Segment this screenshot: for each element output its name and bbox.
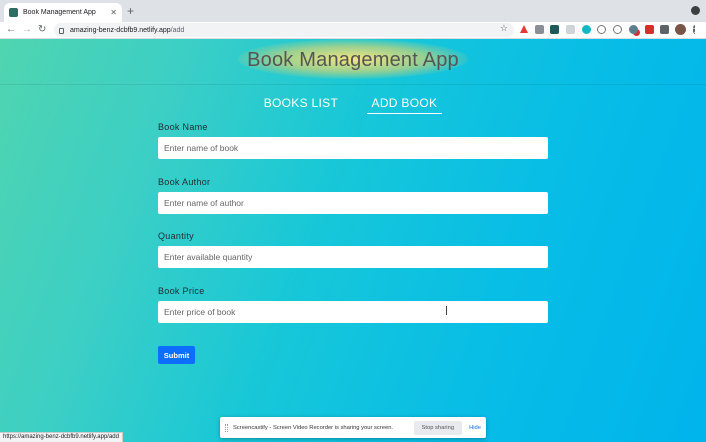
browser-tabstrip: Book Management App ✕ + <box>0 0 706 22</box>
hide-button[interactable]: Hide <box>469 425 481 431</box>
bookmark-star-icon[interactable]: ☆ <box>500 23 508 34</box>
add-book-form: Book Name Book Author Quantity Book Pric… <box>158 121 548 364</box>
app-favicon-icon <box>9 8 18 17</box>
field-book-price: Book Price <box>158 285 548 340</box>
book-price-input[interactable] <box>158 300 548 323</box>
drag-handle-icon[interactable] <box>225 423 228 432</box>
tab-title: Book Management App <box>23 9 96 16</box>
field-quantity: Quantity <box>158 230 548 285</box>
extension-icon-5[interactable] <box>582 25 591 34</box>
screen-sharing-bar: Screencastify - Screen Video Recorder is… <box>220 417 486 438</box>
extensions-puzzle-icon[interactable] <box>660 25 669 34</box>
new-tab-button[interactable]: + <box>127 4 134 18</box>
sharing-message: Screencastify - Screen Video Recorder is… <box>233 424 394 431</box>
app-header: Book Management App <box>0 39 706 85</box>
link-status-bar: https://amazing-benz-dcbfb9.netlify.app/… <box>0 432 123 442</box>
stop-sharing-button[interactable]: Stop sharing <box>413 420 463 435</box>
book-name-input[interactable] <box>158 137 548 159</box>
extension-icon-9[interactable] <box>645 25 654 34</box>
browser-menu-icon[interactable] <box>693 25 695 34</box>
nav-books-list[interactable]: BOOKS LIST <box>264 96 338 113</box>
lock-icon <box>59 28 64 34</box>
quantity-label: Quantity <box>158 231 194 241</box>
app-title: Book Management App <box>247 49 459 71</box>
extension-icon-2[interactable] <box>535 25 544 34</box>
extension-icon-6[interactable] <box>597 25 606 34</box>
submit-button[interactable]: Submit <box>158 346 195 364</box>
extension-icon-3[interactable] <box>550 25 559 34</box>
extension-warning-icon[interactable] <box>520 25 528 33</box>
extension-icon-4[interactable] <box>566 25 575 34</box>
text-cursor-icon <box>446 306 450 315</box>
browser-toolbar: ← → ↻ amazing-benz-dcbfb9.netlify.app/ad… <box>0 22 706 39</box>
quantity-input[interactable] <box>158 246 548 268</box>
forward-button[interactable]: → <box>22 23 32 37</box>
extension-icon-8[interactable] <box>629 25 638 34</box>
field-book-author: Book Author <box>158 176 548 231</box>
tab-close-icon[interactable]: ✕ <box>110 8 117 17</box>
main-nav: BOOKS LIST ADD BOOK <box>0 94 706 114</box>
book-name-label: Book Name <box>158 122 208 132</box>
url-path: /add <box>170 26 185 34</box>
url-host: amazing-benz-dcbfb9.netlify.app <box>70 26 171 34</box>
book-price-label: Book Price <box>158 285 205 296</box>
profile-avatar[interactable] <box>675 24 686 35</box>
window-control-icon[interactable] <box>691 6 700 15</box>
address-bar[interactable]: amazing-benz-dcbfb9.netlify.app/add ☆ <box>54 23 514 37</box>
field-book-name: Book Name <box>158 121 548 176</box>
back-button[interactable]: ← <box>6 23 16 37</box>
nav-add-book[interactable]: ADD BOOK <box>366 96 443 114</box>
reload-button[interactable]: ↻ <box>38 23 46 37</box>
book-author-input[interactable] <box>158 191 548 214</box>
page-viewport: Book Management App BOOKS LIST ADD BOOK … <box>0 39 706 442</box>
book-author-label: Book Author <box>158 176 211 187</box>
extension-check-icon[interactable] <box>613 25 622 34</box>
browser-tab[interactable]: Book Management App ✕ <box>4 3 122 22</box>
